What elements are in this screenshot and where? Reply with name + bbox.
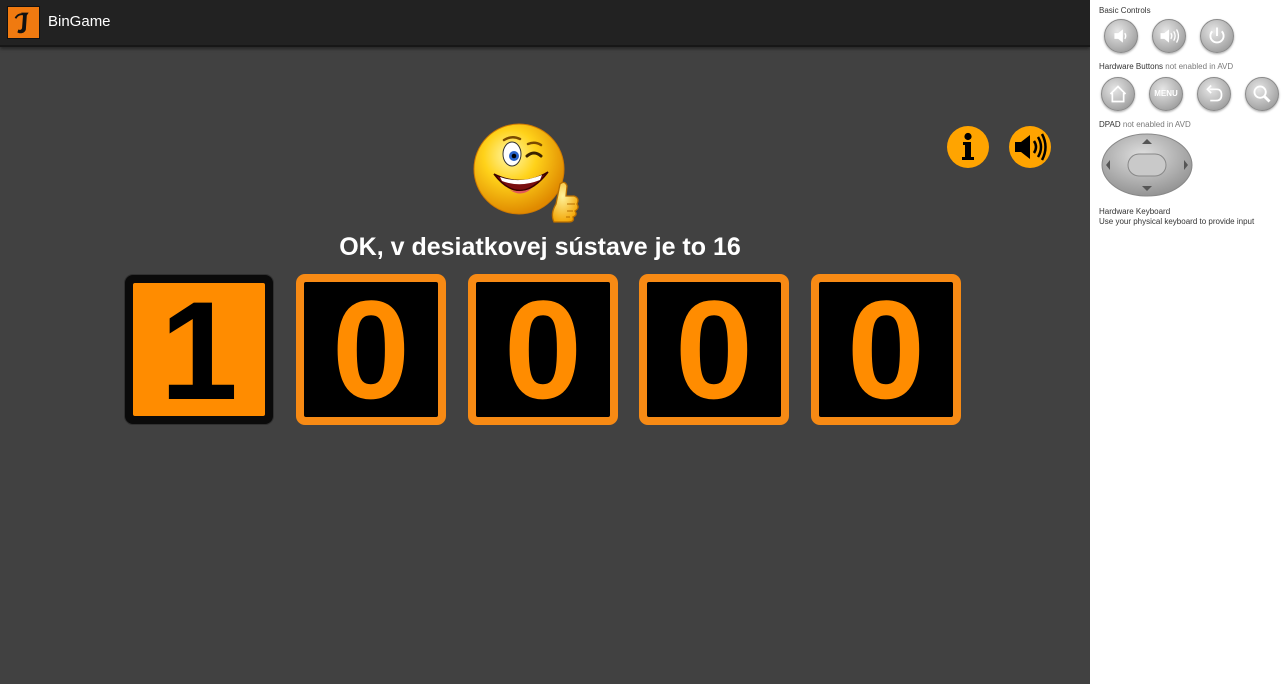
speaker-icon <box>1009 126 1051 168</box>
volume-up-button[interactable] <box>1152 19 1186 53</box>
dpad-label: DPAD not enabled in AVD <box>1099 120 1191 129</box>
menu-icon: MENU <box>1154 89 1178 98</box>
app-logo-icon[interactable] <box>7 6 40 39</box>
dpad-note: not enabled in AVD <box>1122 120 1191 129</box>
dpad-title: DPAD <box>1099 120 1121 129</box>
volume-down-button[interactable] <box>1104 19 1138 53</box>
dpad-control[interactable] <box>1100 132 1194 198</box>
result-message: OK, v desiatkovej sústave je to 16 <box>339 233 741 261</box>
basic-controls-label: Basic Controls <box>1099 6 1151 15</box>
keyboard-note: Use your physical keyboard to provide in… <box>1099 217 1255 226</box>
info-icon <box>947 126 989 168</box>
bit-digit: 1 <box>160 272 238 429</box>
app-logo-glyph <box>14 12 29 34</box>
bit-digit: 0 <box>847 271 925 428</box>
power-icon <box>1209 27 1225 44</box>
hardware-buttons-label: Hardware Buttons not enabled in AVD <box>1099 62 1233 71</box>
bit-tile-4[interactable]: 0 <box>639 271 789 428</box>
action-bar: BinGame <box>0 0 1090 47</box>
app-screen: BinGame OK, v desiatkovej sústave je to … <box>0 0 1090 684</box>
hardware-buttons-title: Hardware Buttons <box>1099 62 1164 71</box>
bit-tile-3[interactable]: 0 <box>468 271 618 428</box>
bit-digit: 0 <box>332 271 410 428</box>
back-button[interactable] <box>1197 77 1231 111</box>
power-button[interactable] <box>1200 19 1234 53</box>
bit-digit: 0 <box>504 271 582 428</box>
info-button[interactable] <box>946 125 990 169</box>
app-title: BinGame <box>48 13 111 30</box>
sound-button[interactable] <box>1008 125 1052 169</box>
home-button[interactable] <box>1101 77 1135 111</box>
volume-up-icon <box>1160 29 1180 43</box>
winking-smiley-thumbs-up-icon <box>470 122 588 232</box>
menu-button[interactable]: MENU <box>1149 77 1183 111</box>
hardware-buttons-note: not enabled in AVD <box>1165 62 1234 71</box>
bit-digit: 0 <box>675 271 753 428</box>
search-icon <box>1253 85 1271 103</box>
home-icon <box>1109 85 1127 103</box>
emulator-control-panel: Basic Controls Hardware Buttons not enab… <box>1090 0 1288 684</box>
search-button[interactable] <box>1245 77 1279 111</box>
bit-tile-5[interactable]: 0 <box>811 271 961 428</box>
volume-down-icon <box>1114 29 1127 43</box>
bit-tile-2[interactable]: 0 <box>296 271 446 428</box>
keyboard-label: Hardware Keyboard <box>1099 207 1171 216</box>
dpad-icon <box>1101 133 1193 197</box>
back-icon <box>1206 84 1223 102</box>
bit-tile-1[interactable]: 1 <box>124 272 274 429</box>
